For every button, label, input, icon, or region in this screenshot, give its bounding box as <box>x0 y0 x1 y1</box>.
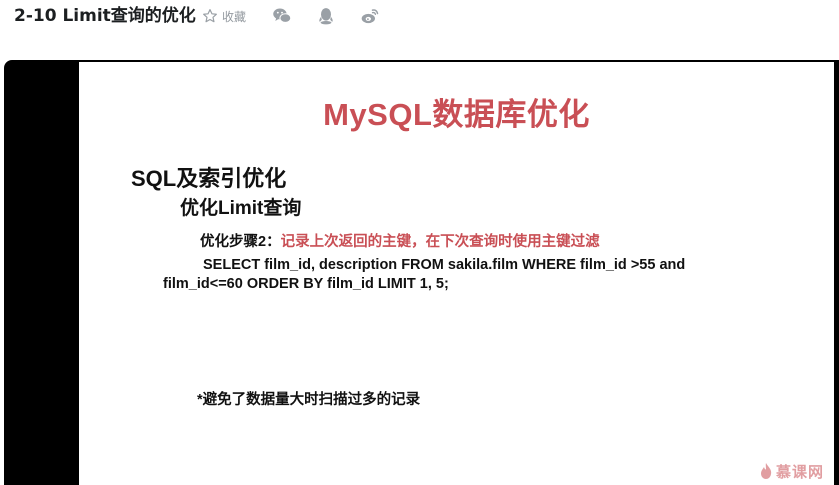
note-text: *避免了数据量大时扫描过多的记录 <box>197 392 421 408</box>
page-title: 2-10 Limit查询的优化 <box>14 6 196 26</box>
step-line: 优化步骤2：记录上次返回的主键，在下次查询时使用主键过滤 <box>200 232 600 252</box>
favorite-button[interactable]: 收藏 <box>202 6 246 26</box>
wechat-icon[interactable] <box>272 6 292 26</box>
section-heading: SQL及索引优化 <box>131 166 287 191</box>
step-description: 记录上次返回的主键，在下次查询时使用主键过滤 <box>280 234 600 250</box>
qq-icon[interactable] <box>316 6 336 26</box>
page-header: 2-10 Limit查询的优化 收藏 <box>0 0 839 44</box>
slide-title: MySQL数据库优化 <box>323 97 590 132</box>
slide: MySQL数据库优化 SQL及索引优化 优化Limit查询 优化步骤2：记录上次… <box>79 62 834 485</box>
favorite-label: 收藏 <box>222 9 247 24</box>
step-label: 优化步骤2： <box>200 234 281 250</box>
watermark-text: 慕课网 <box>775 462 824 481</box>
flame-icon <box>760 463 772 479</box>
weibo-icon[interactable] <box>360 6 380 26</box>
watermark: 慕课网 <box>759 460 824 482</box>
sql-statement: SELECT film_id, description FROM sakila.… <box>163 257 686 292</box>
subsection-heading: 优化Limit查询 <box>180 198 302 219</box>
star-icon <box>203 9 217 23</box>
